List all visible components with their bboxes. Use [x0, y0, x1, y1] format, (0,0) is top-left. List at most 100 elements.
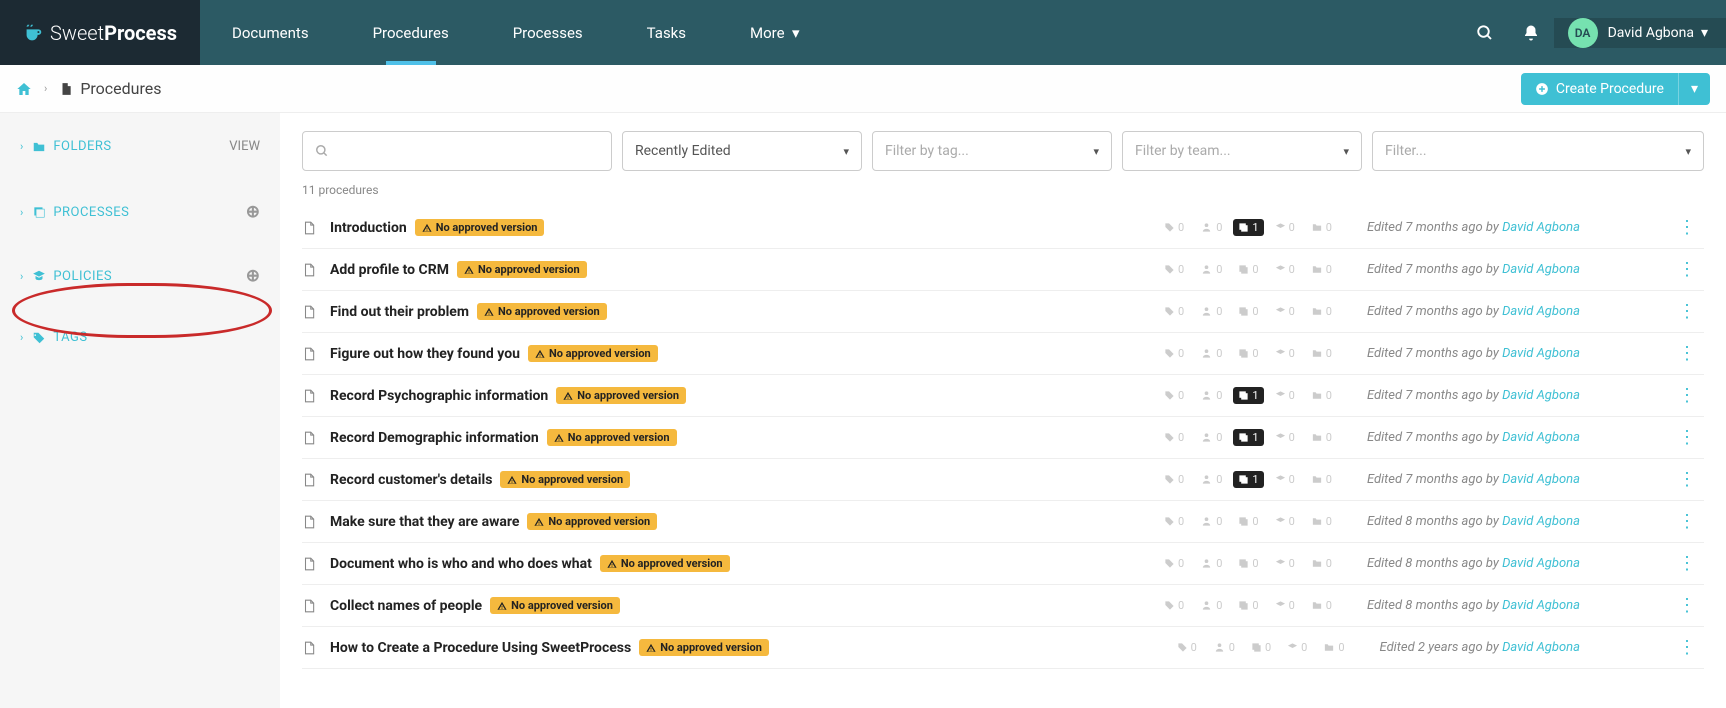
link-count[interactable]: 1	[1233, 429, 1263, 446]
row-menu[interactable]: ⋮	[1670, 385, 1704, 406]
folder-count[interactable]: 0	[1306, 345, 1337, 362]
add-process-icon[interactable]: ⊕	[246, 202, 260, 222]
user-count[interactable]: 0	[1195, 387, 1227, 404]
tag-count[interactable]: 0	[1159, 303, 1189, 320]
search-icon[interactable]	[1462, 24, 1508, 42]
author-link[interactable]: David Agbona	[1502, 346, 1580, 361]
folder-count[interactable]: 0	[1306, 219, 1337, 236]
policy-count[interactable]: 0	[1282, 639, 1312, 656]
user-count[interactable]: 0	[1208, 639, 1240, 656]
user-count[interactable]: 0	[1195, 261, 1227, 278]
nav-tasks[interactable]: Tasks	[615, 0, 718, 65]
tag-count[interactable]: 0	[1159, 345, 1189, 362]
user-count[interactable]: 0	[1195, 345, 1227, 362]
create-dropdown[interactable]: ▾	[1678, 73, 1710, 105]
user-count[interactable]: 0	[1195, 513, 1227, 530]
sidebar-processes[interactable]: › PROCESSES ⊕	[0, 192, 280, 232]
tag-count[interactable]: 0	[1172, 639, 1202, 656]
policy-count[interactable]: 0	[1270, 387, 1300, 404]
author-link[interactable]: David Agbona	[1502, 430, 1580, 445]
link-count[interactable]: 0	[1233, 555, 1263, 572]
sidebar-folders-action[interactable]: VIEW	[229, 139, 260, 154]
link-count[interactable]: 0	[1246, 639, 1276, 656]
author-link[interactable]: David Agbona	[1502, 514, 1580, 529]
bell-icon[interactable]	[1508, 24, 1554, 42]
add-policy-icon[interactable]: ⊕	[246, 266, 260, 286]
procedure-title[interactable]: Record customer's details	[330, 472, 492, 488]
row-menu[interactable]: ⋮	[1670, 217, 1704, 238]
nav-documents[interactable]: Documents	[200, 0, 341, 65]
policy-count[interactable]: 0	[1270, 513, 1300, 530]
tag-count[interactable]: 0	[1159, 387, 1189, 404]
row-menu[interactable]: ⋮	[1670, 301, 1704, 322]
folder-count[interactable]: 0	[1306, 555, 1337, 572]
author-link[interactable]: David Agbona	[1502, 220, 1580, 235]
tag-count[interactable]: 0	[1159, 429, 1189, 446]
folder-count[interactable]: 0	[1306, 429, 1337, 446]
user-count[interactable]: 0	[1195, 219, 1227, 236]
policy-count[interactable]: 0	[1270, 261, 1300, 278]
row-menu[interactable]: ⋮	[1670, 595, 1704, 616]
folder-count[interactable]: 0	[1318, 639, 1349, 656]
policy-count[interactable]: 0	[1270, 429, 1300, 446]
link-count[interactable]: 0	[1233, 597, 1263, 614]
link-count[interactable]: 0	[1233, 513, 1263, 530]
link-count[interactable]: 1	[1233, 219, 1263, 236]
user-count[interactable]: 0	[1195, 303, 1227, 320]
author-link[interactable]: David Agbona	[1502, 472, 1580, 487]
sidebar-policies[interactable]: › POLICIES ⊕	[0, 256, 280, 296]
folder-count[interactable]: 0	[1306, 261, 1337, 278]
procedure-title[interactable]: Collect names of people	[330, 598, 482, 614]
procedure-title[interactable]: Introduction	[330, 220, 407, 236]
author-link[interactable]: David Agbona	[1502, 262, 1580, 277]
policy-count[interactable]: 0	[1270, 471, 1300, 488]
nav-processes[interactable]: Processes	[481, 0, 615, 65]
user-count[interactable]: 0	[1195, 597, 1227, 614]
user-menu[interactable]: DA David Agbona ▾	[1554, 18, 1726, 48]
home-icon[interactable]	[16, 81, 32, 97]
tag-count[interactable]: 0	[1159, 261, 1189, 278]
folder-count[interactable]: 0	[1306, 387, 1337, 404]
tag-count[interactable]: 0	[1159, 513, 1189, 530]
filter-tag-select[interactable]: Filter by tag...▾	[872, 131, 1112, 171]
procedure-title[interactable]: Find out their problem	[330, 304, 469, 320]
procedure-title[interactable]: Record Demographic information	[330, 430, 539, 446]
procedure-title[interactable]: Figure out how they found you	[330, 346, 520, 362]
sort-select[interactable]: Recently Edited▾	[622, 131, 862, 171]
tag-count[interactable]: 0	[1159, 219, 1189, 236]
folder-count[interactable]: 0	[1306, 303, 1337, 320]
logo[interactable]: SweetProcess	[0, 0, 200, 65]
nav-more[interactable]: More ▾	[718, 0, 832, 65]
tag-count[interactable]: 0	[1159, 471, 1189, 488]
policy-count[interactable]: 0	[1270, 555, 1300, 572]
link-count[interactable]: 1	[1233, 387, 1263, 404]
folder-count[interactable]: 0	[1306, 597, 1337, 614]
policy-count[interactable]: 0	[1270, 345, 1300, 362]
user-count[interactable]: 0	[1195, 555, 1227, 572]
filter-team-select[interactable]: Filter by team...▾	[1122, 131, 1362, 171]
procedure-title[interactable]: Record Psychographic information	[330, 388, 548, 404]
policy-count[interactable]: 0	[1270, 219, 1300, 236]
author-link[interactable]: David Agbona	[1502, 598, 1580, 613]
author-link[interactable]: David Agbona	[1502, 640, 1580, 655]
link-count[interactable]: 0	[1233, 345, 1263, 362]
sidebar-folders[interactable]: › FOLDERS VIEW	[0, 129, 280, 164]
author-link[interactable]: David Agbona	[1502, 388, 1580, 403]
search-input[interactable]	[335, 143, 599, 159]
procedure-title[interactable]: Make sure that they are aware	[330, 514, 519, 530]
row-menu[interactable]: ⋮	[1670, 553, 1704, 574]
search-box[interactable]	[302, 131, 612, 171]
folder-count[interactable]: 0	[1306, 513, 1337, 530]
policy-count[interactable]: 0	[1270, 597, 1300, 614]
row-menu[interactable]: ⋮	[1670, 637, 1704, 658]
filter-select[interactable]: Filter...▾	[1372, 131, 1704, 171]
user-count[interactable]: 0	[1195, 471, 1227, 488]
row-menu[interactable]: ⋮	[1670, 511, 1704, 532]
user-count[interactable]: 0	[1195, 429, 1227, 446]
row-menu[interactable]: ⋮	[1670, 427, 1704, 448]
author-link[interactable]: David Agbona	[1502, 556, 1580, 571]
procedure-title[interactable]: Add profile to CRM	[330, 262, 449, 278]
procedure-title[interactable]: Document who is who and who does what	[330, 556, 592, 572]
link-count[interactable]: 1	[1233, 471, 1263, 488]
link-count[interactable]: 0	[1233, 261, 1263, 278]
